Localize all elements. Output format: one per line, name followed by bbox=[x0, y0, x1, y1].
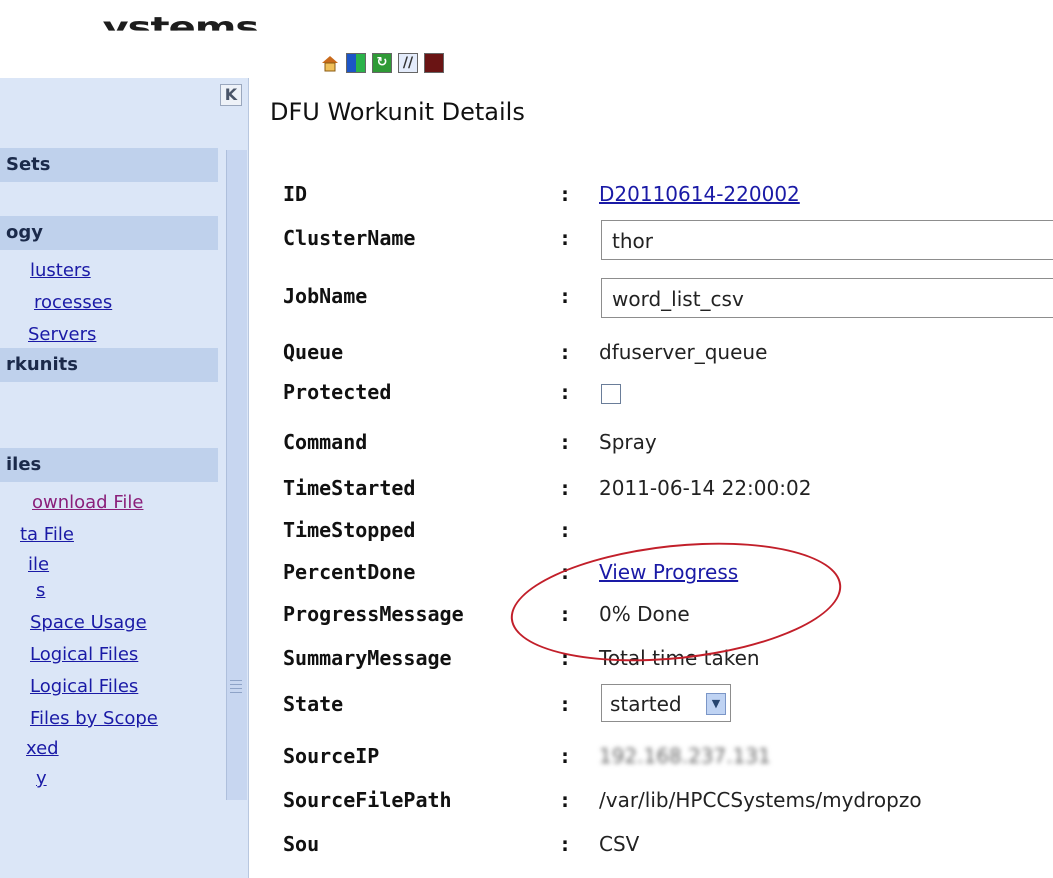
field-label: SourceIP bbox=[283, 744, 380, 768]
field-colon: : bbox=[559, 832, 572, 856]
field-colon: : bbox=[559, 518, 572, 542]
field-colon: : bbox=[559, 182, 572, 206]
navigation-sidebar: K Sets ogy lusters rocesses Servers rkun… bbox=[0, 78, 249, 878]
field-colon: : bbox=[559, 744, 572, 768]
field-label: SourceFilePath bbox=[283, 788, 452, 812]
source-file-path-value: /var/lib/HPCCSystems/mydropzo bbox=[599, 788, 922, 812]
field-colon: : bbox=[559, 380, 572, 404]
highlight-ellipse bbox=[504, 527, 848, 677]
field-label: JobName bbox=[283, 284, 368, 308]
cluster-name-input[interactable]: thor bbox=[601, 220, 1053, 260]
home-icon[interactable] bbox=[320, 53, 340, 73]
field-label: ProgressMessage bbox=[283, 602, 464, 626]
state-select-value: started bbox=[610, 692, 682, 716]
nav-link-processes[interactable]: rocesses bbox=[34, 292, 112, 313]
field-colon: : bbox=[559, 788, 572, 812]
nav-link-space-usage[interactable]: Space Usage bbox=[30, 612, 147, 633]
source-ip-value: 192.168.237.131 bbox=[599, 744, 771, 768]
time-started-value: 2011-06-14 22:00:02 bbox=[599, 476, 812, 500]
job-name-input[interactable]: word_list_csv bbox=[601, 278, 1053, 318]
field-colon: : bbox=[559, 692, 572, 716]
nav-link-data-file[interactable]: ta File bbox=[20, 524, 74, 545]
brand-logo-text: ...ystems bbox=[60, 12, 259, 45]
field-label: Protected bbox=[283, 380, 392, 404]
field-label: Sou bbox=[283, 832, 320, 856]
nav-section-sets: Sets bbox=[0, 148, 218, 182]
field-colon: : bbox=[559, 430, 572, 454]
nav-link-other[interactable]: y bbox=[36, 768, 47, 789]
scrollbar-grip[interactable] bbox=[230, 680, 242, 694]
collapse-sidebar-button[interactable]: K bbox=[220, 84, 242, 106]
toolbar: ↻ // bbox=[320, 53, 444, 73]
nav-section-workunits: rkunits bbox=[0, 348, 218, 382]
command-value: Spray bbox=[599, 430, 657, 454]
nav-link-file[interactable]: ile bbox=[28, 554, 49, 575]
field-label: Queue bbox=[283, 340, 344, 364]
workunit-id-link[interactable]: D20110614-220002 bbox=[599, 182, 800, 206]
nav-link-download-file[interactable]: ownload File bbox=[32, 492, 143, 513]
queue-value: dfuserver_queue bbox=[599, 340, 768, 364]
nav-link-indexed[interactable]: xed bbox=[26, 738, 59, 759]
nav-link-clusters[interactable]: lusters bbox=[30, 260, 91, 281]
field-label: TimeStarted bbox=[283, 476, 416, 500]
field-label: TimeStopped bbox=[283, 518, 416, 542]
nav-section-topology: ogy bbox=[0, 216, 218, 250]
refresh-icon[interactable]: ↻ bbox=[372, 53, 392, 73]
color-grid-icon[interactable] bbox=[346, 53, 366, 73]
nav-link-files-by-scope[interactable]: Files by Scope bbox=[30, 708, 158, 729]
state-select[interactable]: started ▼ bbox=[601, 684, 731, 722]
field-colon: : bbox=[559, 226, 572, 250]
field-colon: : bbox=[559, 340, 572, 364]
slash-icon[interactable]: // bbox=[398, 53, 418, 73]
field-label: ClusterName bbox=[283, 226, 416, 250]
field-colon: : bbox=[559, 476, 572, 500]
nav-link-logical-files[interactable]: Logical Files bbox=[30, 644, 138, 665]
nav-section-files: iles bbox=[0, 448, 218, 482]
sidebar-scrollbar[interactable] bbox=[226, 150, 247, 800]
field-label: Command bbox=[283, 430, 368, 454]
chevron-down-icon[interactable]: ▼ bbox=[706, 693, 726, 715]
stop-icon[interactable] bbox=[424, 53, 444, 73]
field-label: SummaryMessage bbox=[283, 646, 452, 670]
source-format-value: CSV bbox=[599, 832, 640, 856]
protected-checkbox[interactable] bbox=[601, 384, 621, 404]
nav-link-servers[interactable]: Servers bbox=[28, 324, 96, 345]
field-label: PercentDone bbox=[283, 560, 416, 584]
nav-link-logical-files-2[interactable]: Logical Files bbox=[30, 676, 138, 697]
field-label: ID bbox=[283, 182, 308, 206]
field-colon: : bbox=[559, 284, 572, 308]
field-label: State bbox=[283, 692, 344, 716]
page-title: DFU Workunit Details bbox=[270, 98, 525, 126]
nav-link-files[interactable]: s bbox=[36, 580, 45, 601]
